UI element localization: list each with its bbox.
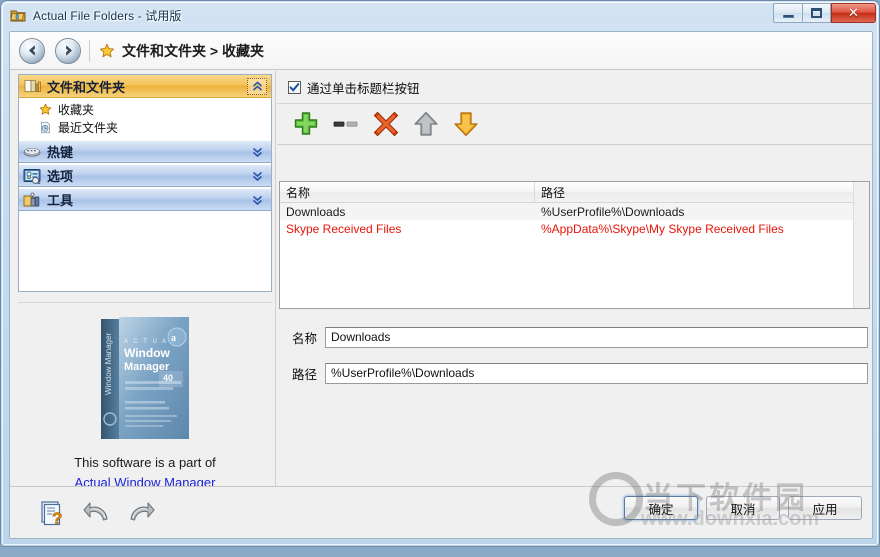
pane-splitter[interactable] — [275, 71, 276, 518]
delete-button[interactable] — [366, 107, 406, 141]
minimize-icon — [782, 14, 794, 18]
arrow-up-gray-icon — [414, 111, 438, 136]
move-down-button[interactable] — [446, 107, 486, 141]
options-icon — [23, 167, 41, 185]
minus-gray-icon — [333, 121, 358, 127]
titlebar-button-option-row[interactable]: 通过单击标题栏按钮 — [277, 71, 872, 104]
titlebar-button-checkbox-label: 通过单击标题栏按钮 — [307, 81, 420, 96]
star-icon — [99, 43, 115, 59]
plus-green-icon — [294, 112, 318, 135]
name-field-label: 名称 — [291, 331, 317, 346]
list-vertical-scrollbar[interactable] — [853, 182, 869, 308]
sidebar-group-hotkeys[interactable]: 热键 — [19, 140, 271, 163]
maximize-button[interactable] — [802, 3, 831, 23]
sidebar-group-tools[interactable]: 工具 — [19, 188, 271, 211]
name-field-row: 名称 Downloads — [279, 323, 870, 351]
client-area: 文件和文件夹 > 收藏夹 文件和文件夹 收藏夹 最近文件夹 热键 选项 工具 W… — [9, 31, 873, 539]
chevron-down-icon[interactable] — [247, 143, 267, 160]
title-bar: Actual File Folders - 试用版 ✕ — [1, 1, 880, 30]
list-column-header-path[interactable]: 路径 — [535, 182, 869, 202]
minimize-button[interactable] — [773, 3, 802, 23]
window-controls[interactable]: ✕ — [773, 3, 876, 24]
maximize-icon — [811, 8, 822, 18]
path-field-row: 路径 %UserProfile%\Downloads — [279, 359, 870, 387]
arrow-left-icon — [28, 45, 35, 56]
remove-button — [326, 107, 366, 141]
navigation-bar: 文件和文件夹 > 收藏夹 — [10, 32, 872, 70]
sidebar-group-label: 选项 — [47, 169, 74, 184]
list-column-header-name[interactable]: 名称 — [280, 182, 535, 202]
apply-button[interactable]: 应用 — [788, 496, 862, 520]
name-input[interactable]: Downloads — [325, 326, 868, 348]
arrow-down-orange-icon — [454, 112, 478, 137]
forward-button[interactable] — [55, 37, 81, 64]
svg-text:Window Manager: Window Manager — [104, 332, 113, 395]
star-icon — [37, 101, 53, 117]
undo-arrow-icon — [83, 501, 108, 521]
sidebar-item-favorites[interactable]: 收藏夹 — [19, 100, 271, 118]
move-up-button — [406, 107, 446, 141]
path-field-label: 路径 — [291, 367, 317, 382]
close-icon: ✕ — [848, 5, 859, 20]
redo-button[interactable] — [124, 497, 158, 529]
undo-button[interactable] — [80, 497, 114, 529]
checkmark-icon — [289, 82, 300, 92]
bottom-bar: ? 确定 取消 应用 — [10, 486, 872, 538]
svg-text:a: a — [171, 333, 176, 344]
chevron-up-icon[interactable] — [247, 77, 267, 95]
redo-arrow-icon — [130, 501, 155, 521]
titlebar-button-checkbox[interactable] — [288, 80, 301, 94]
breadcrumb[interactable]: 文件和文件夹 > 收藏夹 — [122, 41, 264, 61]
back-button[interactable] — [19, 37, 45, 64]
tools-icon — [23, 191, 41, 209]
sidebar-group-files-folders[interactable]: 文件和文件夹 — [19, 75, 271, 98]
arrow-right-icon — [65, 45, 72, 56]
sidebar-group-options[interactable]: 选项 — [19, 164, 271, 187]
row-name: Skype Received Files — [286, 221, 402, 236]
sidebar-groups: 文件和文件夹 收藏夹 最近文件夹 热键 选项 工具 — [18, 74, 272, 292]
chevron-down-icon[interactable] — [247, 167, 267, 184]
chevron-down-icon[interactable] — [247, 191, 267, 208]
list-header: 名称 路径 — [280, 182, 869, 203]
main-pane: 通过单击标题栏按钮 名称 路径 Downloads %UserProfile%\… — [277, 71, 872, 518]
svg-text:Window: Window — [124, 346, 171, 360]
sidebar-item-label: 收藏夹 — [58, 102, 95, 117]
sidebar-group-label: 热键 — [47, 145, 74, 160]
list-toolbar — [277, 104, 872, 145]
cross-red-icon — [373, 111, 399, 137]
ok-button[interactable]: 确定 — [624, 496, 698, 520]
folder-app-icon — [10, 8, 26, 24]
folders-icon — [23, 77, 41, 95]
dialog-buttons: 确定 取消 应用 — [624, 496, 862, 520]
sidebar-group-files-folders-items: 收藏夹 最近文件夹 — [19, 98, 271, 139]
folder-detail-form: 名称 Downloads 路径 %UserProfile%\Downloads — [279, 323, 870, 395]
sidebar-item-recent-folders[interactable]: 最近文件夹 — [19, 118, 271, 136]
sidebar-group-label: 工具 — [47, 193, 74, 208]
path-input[interactable]: %UserProfile%\Downloads — [325, 362, 868, 384]
add-button[interactable] — [286, 107, 326, 141]
keyboard-icon — [23, 143, 41, 161]
row-name: Downloads — [286, 204, 346, 219]
cancel-button[interactable]: 取消 — [706, 496, 780, 520]
close-button[interactable]: ✕ — [831, 3, 876, 23]
product-boxshot-image: Window Manager A C T U A L Window Manage… — [97, 315, 193, 443]
table-row[interactable]: Downloads %UserProfile%\Downloads — [280, 203, 869, 220]
nav-separator — [89, 39, 90, 62]
row-path: %UserProfile%\Downloads — [541, 204, 685, 219]
row-path: %AppData%\Skype\My Skype Received Files — [541, 221, 784, 236]
recent-clock-icon — [37, 119, 53, 135]
window-title: Actual File Folders - 试用版 — [33, 9, 182, 23]
table-row[interactable]: Skype Received Files %AppData%\Skype\My … — [280, 220, 869, 237]
sidebar: 文件和文件夹 收藏夹 最近文件夹 热键 选项 工具 Window Manager… — [18, 74, 272, 517]
svg-text:?: ? — [52, 509, 62, 527]
help-document-icon: ? — [41, 500, 63, 527]
folders-list[interactable]: 名称 路径 Downloads %UserProfile%\Downloads … — [279, 181, 870, 309]
svg-text:40: 40 — [163, 373, 173, 383]
help-button[interactable]: ? — [36, 497, 70, 529]
sidebar-group-label: 文件和文件夹 — [47, 79, 126, 95]
sidebar-item-label: 最近文件夹 — [58, 120, 119, 135]
promo-text: This software is a part of — [74, 455, 216, 470]
app-window: Actual File Folders - 试用版 ✕ 文件和文件夹 > 收藏夹… — [0, 0, 880, 547]
